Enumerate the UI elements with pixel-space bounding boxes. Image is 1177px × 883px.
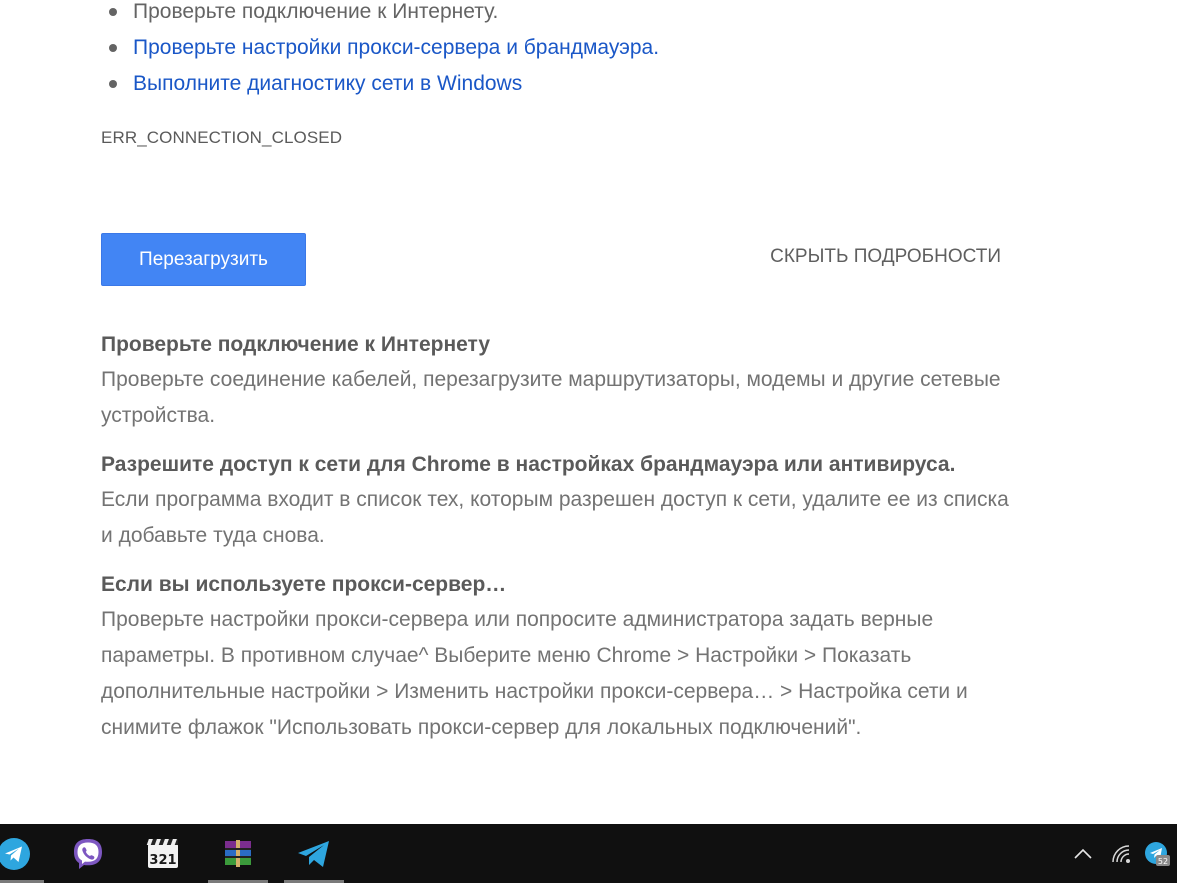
taskbar-telegram[interactable] — [0, 824, 44, 883]
details-section: Проверьте подключение к Интернету Провер… — [101, 328, 1021, 760]
taskbar-telegram-app[interactable] — [284, 824, 344, 883]
suggestion-item: Выполните диагностику сети в Windows — [109, 66, 659, 102]
taskbar: 321 52 — [0, 824, 1177, 883]
error-code: ERR_CONNECTION_CLOSED — [101, 128, 343, 147]
tray-show-hidden[interactable] — [1068, 824, 1098, 883]
tray-network[interactable] — [1106, 824, 1138, 883]
media-player-classic-icon: 321 — [146, 838, 178, 868]
details-body: Если программа входит в список тех, кото… — [101, 488, 1009, 547]
winrar-icon — [225, 839, 251, 867]
hide-details-button[interactable]: СКРЫТЬ ПОДРОБНОСТИ — [770, 246, 1001, 268]
details-body: Проверьте настройки прокси-сервера или п… — [101, 608, 968, 739]
tray-badge: 52 — [1158, 857, 1168, 866]
telegram-tray-icon: 52 — [1145, 841, 1170, 866]
reload-button[interactable]: Перезагрузить — [101, 233, 306, 286]
taskbar-viber[interactable] — [58, 824, 118, 883]
paper-plane-icon — [298, 840, 329, 867]
svg-text:321: 321 — [149, 853, 176, 868]
taskbar-media-player[interactable]: 321 — [133, 824, 193, 883]
suggestion-item: Проверьте настройки прокси-сервера и бра… — [109, 30, 659, 66]
bullet-icon — [109, 80, 117, 88]
bullet-icon — [109, 44, 117, 52]
taskbar-winrar[interactable] — [208, 824, 268, 883]
details-block-firewall: Разрешите доступ к сети для Chrome в нас… — [101, 448, 1021, 554]
details-title: Разрешите доступ к сети для Chrome в нас… — [101, 453, 956, 476]
details-body: Проверьте соединение кабелей, перезагруз… — [101, 368, 1001, 427]
link-windows-network-diagnostics[interactable]: Выполните диагностику сети в Windows — [133, 72, 522, 95]
chevron-up-icon — [1074, 848, 1092, 859]
bullet-icon — [109, 8, 117, 16]
details-block-proxy: Если вы используете прокси-сервер… Прове… — [101, 568, 1021, 746]
link-check-proxy-firewall[interactable]: Проверьте настройки прокси-сервера и бра… — [133, 36, 659, 59]
details-block-internet: Проверьте подключение к Интернету Провер… — [101, 328, 1021, 434]
details-title: Проверьте подключение к Интернету — [101, 333, 491, 356]
tray-telegram[interactable]: 52 — [1140, 824, 1174, 883]
telegram-icon — [0, 837, 30, 870]
wifi-icon — [1112, 844, 1130, 863]
suggestion-item: Проверьте подключение к Интернету. — [109, 0, 659, 30]
suggestion-check-internet: Проверьте подключение к Интернету. — [133, 0, 499, 23]
details-title: Если вы используете прокси-сервер… — [101, 573, 507, 596]
viber-icon — [74, 838, 102, 869]
suggestions-list: Проверьте подключение к Интернету. Прове… — [109, 0, 659, 102]
